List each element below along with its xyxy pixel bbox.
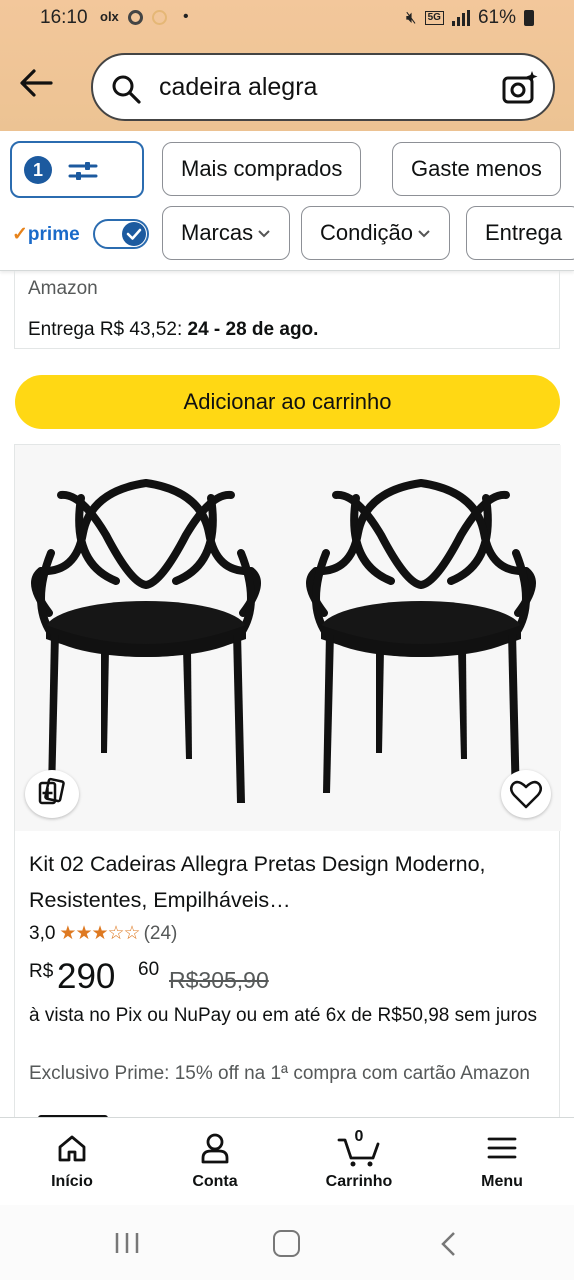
chip-gaste-menos[interactable]: Gaste menos [392,142,561,196]
chevron-down-icon [258,230,270,238]
rating-stars-icon: ★★★☆☆ [59,923,140,944]
prime-exclusive-offer: Exclusivo Prime: 15% off na 1ª compra co… [29,1063,530,1084]
home-button-icon[interactable] [273,1230,300,1257]
nav-inicio[interactable]: Início [0,1118,144,1206]
system-back-icon[interactable] [439,1231,459,1257]
chip-condicao-label: Condição [320,220,413,245]
top-header: 16:10 olx • 🔇︎ 5G 61% cadeira alegra [0,0,574,131]
previous-delivery: Entrega R$ 43,52: 24 - 28 de ago. [28,319,318,341]
camera-search-icon[interactable] [501,69,539,107]
network-5g-icon: 5G [424,11,444,25]
recent-apps-icon[interactable] [114,1231,140,1255]
chevron-down-icon [418,230,430,238]
status-time: 16:10 [40,7,88,28]
checkmark-icon [126,228,142,240]
product-rating[interactable]: 3,0 ★★★☆☆ (24) [29,922,177,945]
menu-icon [487,1137,517,1159]
bottom-nav: Início Conta 0 Carrinho Menu [0,1117,574,1205]
price-old: R$305,90 [169,967,269,993]
filter-count-badge: 1 [24,156,52,184]
nav-menu[interactable]: Menu [430,1118,574,1206]
nav-conta-label: Conta [192,1173,238,1190]
delivery-prefix: Entrega R$ 43,52: [28,319,188,340]
cart-icon [337,1138,380,1167]
battery-text: 61% [477,7,516,28]
status-bar: 16:10 olx • 🔇︎ 5G 61% [0,0,574,38]
prime-toggle[interactable] [93,219,149,249]
product-title[interactable]: Kit 02 Cadeiras Allegra Pretas Design Mo… [29,846,549,918]
rating-value: 3,0 [29,922,56,944]
previous-seller: Amazon [28,278,98,299]
battery-icon [524,10,534,26]
heart-icon [510,780,542,809]
price-cents: 60 [138,959,160,980]
back-arrow-icon[interactable] [18,66,54,100]
nav-conta[interactable]: Conta [143,1118,287,1206]
chrome-notification-icon [128,10,143,25]
results-list: Amazon Entrega R$ 43,52: 24 - 28 de ago.… [0,271,574,1117]
toggle-knob [122,222,146,246]
filter-button[interactable]: 1 [10,141,144,198]
nav-carrinho-label: Carrinho [325,1173,393,1190]
home-icon [58,1135,86,1162]
nav-inicio-label: Início [51,1173,93,1190]
compare-icon [38,777,65,805]
chip-condicao[interactable]: Condição [301,206,450,260]
olx-notification-icon: olx [100,9,119,24]
mute-icon: 🔇︎ [405,8,417,27]
more-notifications-dot-icon: • [183,8,189,25]
product-image[interactable] [15,445,561,831]
system-nav-bar [0,1205,574,1280]
review-count: (24) [143,922,178,944]
delivery-dates: 24 - 28 de ago. [187,319,319,340]
wishlist-button[interactable] [501,770,551,818]
filter-bar: 1 Mais comprados Gaste menos ✓prime Marc… [0,131,574,271]
prime-check-icon: ✓ [12,224,28,245]
chip-marcas[interactable]: Marcas [162,206,291,260]
price-integer: 290 [57,957,116,996]
product-card[interactable]: Kit 02 Cadeiras Allegra Pretas Design Mo… [14,444,561,1117]
nav-menu-label: Menu [481,1173,523,1190]
user-icon [201,1133,229,1164]
status-right: 🔇︎ 5G 61% [406,7,534,29]
search-bar[interactable]: cadeira alegra [91,53,555,121]
app-notification-icon [152,10,167,25]
price-currency: R$ [29,961,54,982]
signal-icon [451,10,470,26]
sliders-icon [68,162,98,180]
chip-entrega[interactable]: Entrega [466,206,574,260]
compare-button[interactable] [25,770,79,818]
payment-info: à vista no Pix ou NuPay ou em até 6x de … [29,1005,537,1026]
nav-carrinho[interactable]: 0 Carrinho [287,1118,431,1206]
add-to-cart-button[interactable]: Adicionar ao carrinho [15,375,560,429]
prime-label: ✓prime [12,224,80,245]
chip-marcas-label: Marcas [181,220,254,245]
search-input[interactable]: cadeira alegra [159,73,317,102]
search-icon [112,75,141,104]
chip-mais-comprados[interactable]: Mais comprados [162,142,362,196]
